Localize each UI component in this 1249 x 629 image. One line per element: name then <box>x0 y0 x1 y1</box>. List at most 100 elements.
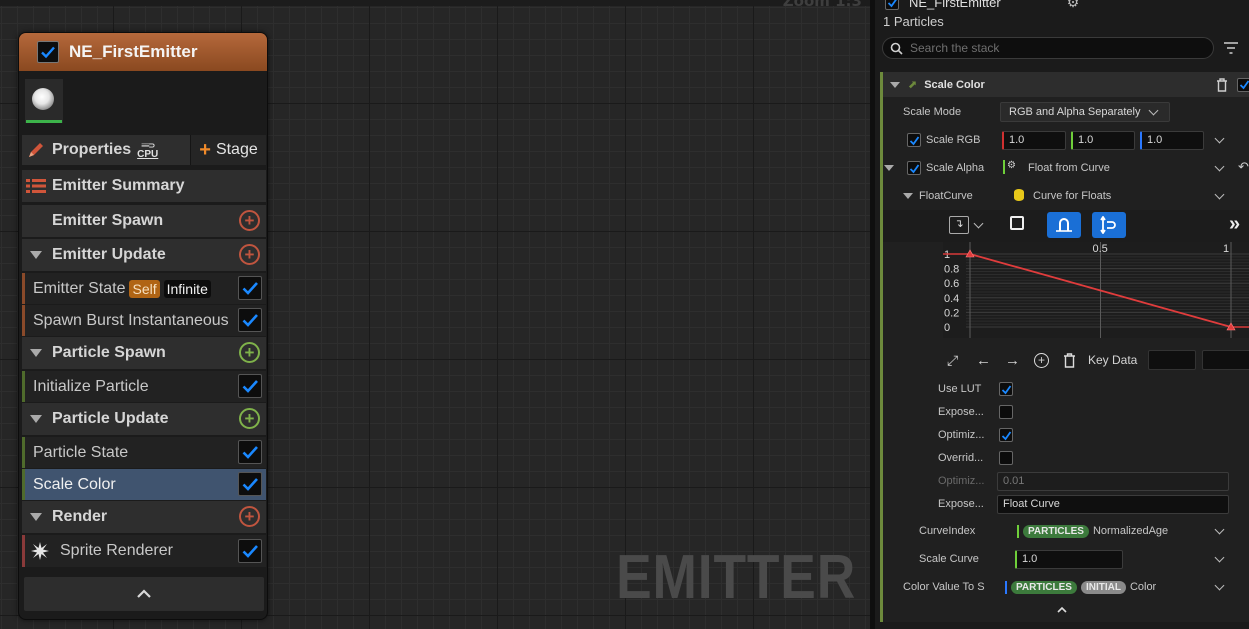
expand-icon[interactable]: ⤢ <box>947 352 958 369</box>
key-time-field[interactable] <box>1148 350 1196 370</box>
use-lut-label: Use LUT <box>938 383 982 395</box>
initialize-particle-checkbox[interactable] <box>238 374 262 398</box>
emitter-node-header[interactable]: NE_FirstEmitter <box>19 33 267 71</box>
spawn-burst-module[interactable]: Spawn Burst Instantaneous <box>22 305 266 336</box>
scale-rgb-checkbox[interactable] <box>907 133 921 147</box>
collapse-triangle-icon[interactable] <box>903 193 913 199</box>
emitter-summary-row[interactable]: Emitter Summary <box>22 170 266 202</box>
add-emitter-spawn-module-button[interactable]: + <box>239 210 260 231</box>
chevron-down-icon[interactable] <box>1214 133 1225 144</box>
chevron-down-icon[interactable] <box>1214 189 1225 200</box>
collapse-triangle-icon[interactable] <box>30 513 42 521</box>
scale-rgb-label: Scale RGB <box>926 134 981 146</box>
collapse-triangle-icon[interactable] <box>884 165 894 171</box>
arrow-right-icon[interactable]: → <box>1005 352 1020 369</box>
delete-key-icon[interactable] <box>1063 352 1076 368</box>
optimize-checkbox[interactable] <box>999 428 1013 442</box>
arrow-left-icon[interactable]: ← <box>976 352 991 369</box>
scale-color-label: Scale Color <box>33 475 116 493</box>
emitter-thumbnail[interactable] <box>25 79 63 123</box>
chevron-down-icon[interactable] <box>973 218 984 229</box>
particle-spawn-section[interactable]: Particle Spawn + <box>22 337 266 369</box>
chevron-down-icon[interactable] <box>1214 580 1225 591</box>
collapse-node-button[interactable] <box>24 577 264 611</box>
add-stage-button[interactable]: + Stage <box>190 135 266 165</box>
scale-alpha-value[interactable]: Float from Curve <box>1028 162 1110 174</box>
particles-namespace-pill: PARTICLES <box>1011 580 1077 594</box>
expose-value-field[interactable]: Float Curve <box>997 494 1229 514</box>
filter-icon[interactable] <box>1224 42 1238 54</box>
more-options-icon[interactable]: » <box>1229 213 1240 236</box>
chevron-down-icon[interactable] <box>1214 524 1225 535</box>
curve-index-value-group[interactable]: PARTICLES NormalizedAge <box>1017 524 1168 538</box>
scale-mode-dropdown[interactable]: RGB and Alpha Separately <box>1000 102 1170 122</box>
graph-watermark: EMITTER <box>615 543 856 612</box>
particle-state-checkbox[interactable] <box>238 440 262 464</box>
particle-state-module[interactable]: Particle State <box>22 437 266 468</box>
add-key-icon[interactable]: + <box>1034 352 1049 368</box>
reset-arrow-icon[interactable]: ↶ <box>1238 159 1249 175</box>
delete-module-icon[interactable] <box>1216 77 1228 92</box>
float-curve-value[interactable]: Curve for Floats <box>1033 190 1111 202</box>
chevron-down-icon[interactable] <box>1214 161 1225 172</box>
module-accent <box>22 273 25 304</box>
module-enabled-checkbox[interactable] <box>1237 77 1249 92</box>
add-particle-update-module-button[interactable]: + <box>239 408 260 429</box>
initialize-particle-module[interactable]: Initialize Particle <box>22 371 266 402</box>
graph-canvas[interactable]: Zoom 1:3 EMITTER NE_FirstEmitter Propert… <box>0 0 870 629</box>
add-particle-spawn-module-button[interactable]: + <box>239 342 260 363</box>
override-checkbox[interactable] <box>999 451 1013 465</box>
sprite-renderer-checkbox[interactable] <box>238 539 262 563</box>
chevron-down-icon[interactable] <box>1214 552 1225 563</box>
collapse-triangle-icon[interactable] <box>30 349 42 357</box>
sprite-renderer-module[interactable]: Sprite Renderer <box>22 535 266 567</box>
module-pin-icon: ⬈ <box>908 79 918 91</box>
scale-rgb-r-field[interactable]: 1.0 <box>1002 130 1066 150</box>
emitter-state-module[interactable]: Emitter State Self Infinite <box>22 273 266 304</box>
fit-horizontal-button[interactable] <box>1047 212 1081 238</box>
expose-checkbox[interactable] <box>999 405 1013 419</box>
initialize-particle-label: Initialize Particle <box>33 377 149 395</box>
scale-curve-row: Scale Curve 1.0 <box>883 547 1249 571</box>
color-value-row: Color Value To S PARTICLES INITIAL Color <box>883 575 1249 599</box>
use-lut-checkbox[interactable] <box>999 382 1013 396</box>
override-label: Overrid... <box>938 452 984 464</box>
render-section[interactable]: Render + <box>22 501 266 533</box>
add-emitter-update-module-button[interactable]: + <box>239 244 260 265</box>
properties-label: Properties <box>52 141 132 158</box>
scale-rgb-g-field[interactable]: 1.0 <box>1071 130 1135 150</box>
spawn-burst-checkbox[interactable] <box>238 308 262 332</box>
collapse-stack-chevron-up-icon[interactable] <box>1057 606 1067 614</box>
key-interp-icon[interactable]: ↴ <box>949 216 969 234</box>
collapse-triangle-icon[interactable] <box>30 415 42 423</box>
collapse-triangle-icon[interactable] <box>30 251 42 259</box>
expose-value-row: Expose... Float Curve <box>883 493 1249 515</box>
scale-color-module[interactable]: Scale Color <box>22 469 266 500</box>
float-curve-chart[interactable]: 1 0.8 0.6 0.4 0.2 0 0.5 1 <box>943 242 1249 338</box>
add-renderer-button[interactable]: + <box>239 506 260 527</box>
emitter-update-label: Emitter Update <box>52 246 166 263</box>
stack-search-input[interactable]: Search the stack <box>882 37 1214 59</box>
collapse-triangle-icon[interactable] <box>890 81 900 88</box>
settings-gear-icon[interactable]: ⚙ <box>1067 0 1080 11</box>
color-value-group[interactable]: PARTICLES INITIAL Color <box>1005 580 1156 594</box>
emitter-enabled-checkbox[interactable] <box>37 41 59 63</box>
scale-alpha-checkbox[interactable] <box>907 161 921 175</box>
scale-color-checkbox[interactable] <box>238 472 262 496</box>
curve-y-tick-label: 0 <box>944 322 950 334</box>
emitter-enable-checkbox[interactable] <box>885 0 899 10</box>
emitter-node-title: NE_FirstEmitter <box>69 42 198 61</box>
particle-update-section[interactable]: Particle Update + <box>22 403 266 435</box>
scale-rgb-b-field[interactable]: 1.0 <box>1140 130 1204 150</box>
scale-curve-label: Scale Curve <box>919 553 979 565</box>
emitter-update-section[interactable]: Emitter Update + <box>22 239 266 271</box>
open-curve-editor-icon[interactable] <box>1010 216 1024 230</box>
fit-vertical-button[interactable] <box>1092 212 1126 238</box>
emitter-node[interactable]: NE_FirstEmitter Properties ≡≡⊃ CPU + Sta… <box>18 32 268 620</box>
emitter-spawn-section[interactable]: Emitter Spawn + <box>22 205 266 237</box>
module-header-row[interactable]: ⬈ Scale Color <box>883 72 1249 97</box>
scale-curve-field[interactable]: 1.0 <box>1015 549 1123 569</box>
key-value-field[interactable] <box>1202 350 1249 370</box>
emitter-state-checkbox[interactable] <box>238 276 262 300</box>
properties-row[interactable]: Properties ≡≡⊃ CPU + Stage <box>22 135 266 165</box>
